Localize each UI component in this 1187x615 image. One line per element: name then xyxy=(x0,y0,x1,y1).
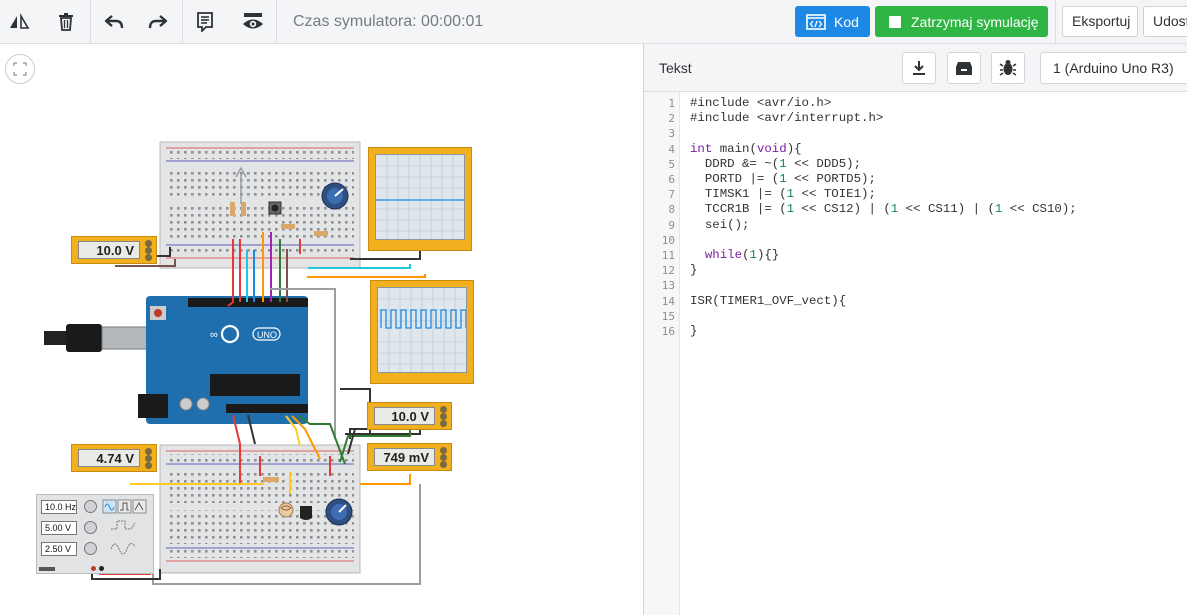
stop-simulation-label: Zatrzymaj symulację xyxy=(911,13,1039,30)
simulator-time: Czas symulatora: 00:00:01 xyxy=(293,13,484,30)
generator-offset[interactable]: 2.50 V xyxy=(41,542,77,556)
code-text-area[interactable]: #include <avr/io.h> #include <avr/interr… xyxy=(644,92,1187,615)
photoresistor[interactable] xyxy=(278,502,294,518)
oscilloscope-1-screen xyxy=(375,154,465,240)
waveform-selector[interactable] xyxy=(101,499,153,561)
device-select[interactable]: 1 (Arduino Uno R3) xyxy=(1040,52,1187,84)
oscilloscope-2-screen xyxy=(377,287,467,373)
code-editor-panel: Tekst 1 (Arduino Uno R3) 1 2 3 4 5 6 7 8… xyxy=(644,44,1187,615)
visibility-icon xyxy=(243,13,263,29)
library-button[interactable] xyxy=(947,52,981,84)
code-button-label: Kod xyxy=(834,13,859,30)
code-line: ISR(TIMER1_OVF_vect){ xyxy=(690,293,847,308)
export-button[interactable]: Eksportuj xyxy=(1062,6,1138,37)
transistor[interactable] xyxy=(300,506,312,520)
library-icon xyxy=(956,62,972,75)
code-line: #include <avr/io.h> xyxy=(690,96,832,110)
code-line: while(1){} xyxy=(704,248,780,262)
code-line: TCCR1B |= (1 << CS12) | (1 << CS11) | (1… xyxy=(690,202,1077,217)
multimeter-3[interactable]: 4.74 V xyxy=(71,444,157,472)
arduino-uno-board[interactable]: ∞ UNO xyxy=(44,296,308,424)
notes-button[interactable] xyxy=(188,0,222,44)
arduino-model-label: UNO xyxy=(257,330,277,340)
multimeter-1-reading: 10.0 V xyxy=(78,241,140,259)
text-mode-tab[interactable]: Tekst xyxy=(659,44,692,92)
multimeter-2-reading: 10.0 V xyxy=(374,407,435,425)
amplitude-knob[interactable] xyxy=(84,521,97,534)
code-line: } xyxy=(690,324,698,338)
flip-button[interactable] xyxy=(0,0,38,44)
potentiometer-bottom[interactable] xyxy=(325,498,353,526)
push-button[interactable] xyxy=(268,201,282,215)
code-line: #include <avr/interrupt.h> xyxy=(690,111,884,126)
circuit-canvas[interactable]: ∞ UNO 10.0 V 10.0 V 4.74 V 749 mV 10.0 H… xyxy=(0,44,643,615)
delete-button[interactable] xyxy=(50,0,82,44)
stop-simulation-button[interactable]: Zatrzymaj symulację xyxy=(875,6,1048,37)
code-button[interactable]: Kod xyxy=(795,6,870,37)
undo-icon xyxy=(104,15,124,29)
multimeter-3-reading: 4.74 V xyxy=(78,449,140,467)
function-generator[interactable]: 10.0 Hz 5.00 V 2.50 V xyxy=(36,494,154,574)
svg-text:∞: ∞ xyxy=(210,329,218,341)
multimeter-4[interactable]: 749 mV xyxy=(367,443,452,471)
generator-frequency[interactable]: 10.0 Hz xyxy=(41,500,77,514)
notes-icon xyxy=(197,12,213,32)
download-icon xyxy=(913,61,925,75)
potentiometer-top[interactable] xyxy=(321,182,349,210)
code-icon xyxy=(806,13,826,30)
code-line: int main(void){ xyxy=(690,141,802,156)
code-line: DDRD &= ~(1 << DDD5); xyxy=(690,156,862,171)
code-line: sei(); xyxy=(690,217,750,232)
redo-button[interactable] xyxy=(142,0,174,44)
offset-knob[interactable] xyxy=(84,542,97,555)
debug-icon xyxy=(999,60,1017,76)
flip-icon xyxy=(10,13,30,29)
multimeter-2[interactable]: 10.0 V xyxy=(367,402,452,430)
generator-negative-terminal[interactable] xyxy=(99,566,104,571)
multimeter-1[interactable]: 10.0 V xyxy=(71,236,157,264)
multimeter-4-reading: 749 mV xyxy=(374,448,435,466)
code-line: PORTD |= (1 << PORTD5); xyxy=(690,172,876,186)
generator-positive-terminal[interactable] xyxy=(91,566,96,571)
share-button[interactable]: Udostępnij xyxy=(1143,6,1187,37)
debugger-button[interactable] xyxy=(991,52,1025,84)
code-line: } xyxy=(690,263,698,278)
stop-icon xyxy=(889,15,901,28)
download-code-button[interactable] xyxy=(902,52,936,84)
oscilloscope-1[interactable] xyxy=(368,147,472,251)
code-line: TIMSK1 |= (1 << TOIE1); xyxy=(690,187,876,202)
frequency-knob[interactable] xyxy=(84,500,97,513)
trash-icon xyxy=(59,13,73,31)
generator-amplitude[interactable]: 5.00 V xyxy=(41,521,77,535)
redo-icon xyxy=(148,15,168,29)
code-editor-header: Tekst 1 (Arduino Uno R3) xyxy=(644,44,1187,92)
visibility-button[interactable] xyxy=(236,0,270,44)
undo-button[interactable] xyxy=(98,0,130,44)
main-toolbar: Czas symulatora: 00:00:01 Kod Zatrzymaj … xyxy=(0,0,1187,44)
oscilloscope-2[interactable] xyxy=(370,280,474,384)
